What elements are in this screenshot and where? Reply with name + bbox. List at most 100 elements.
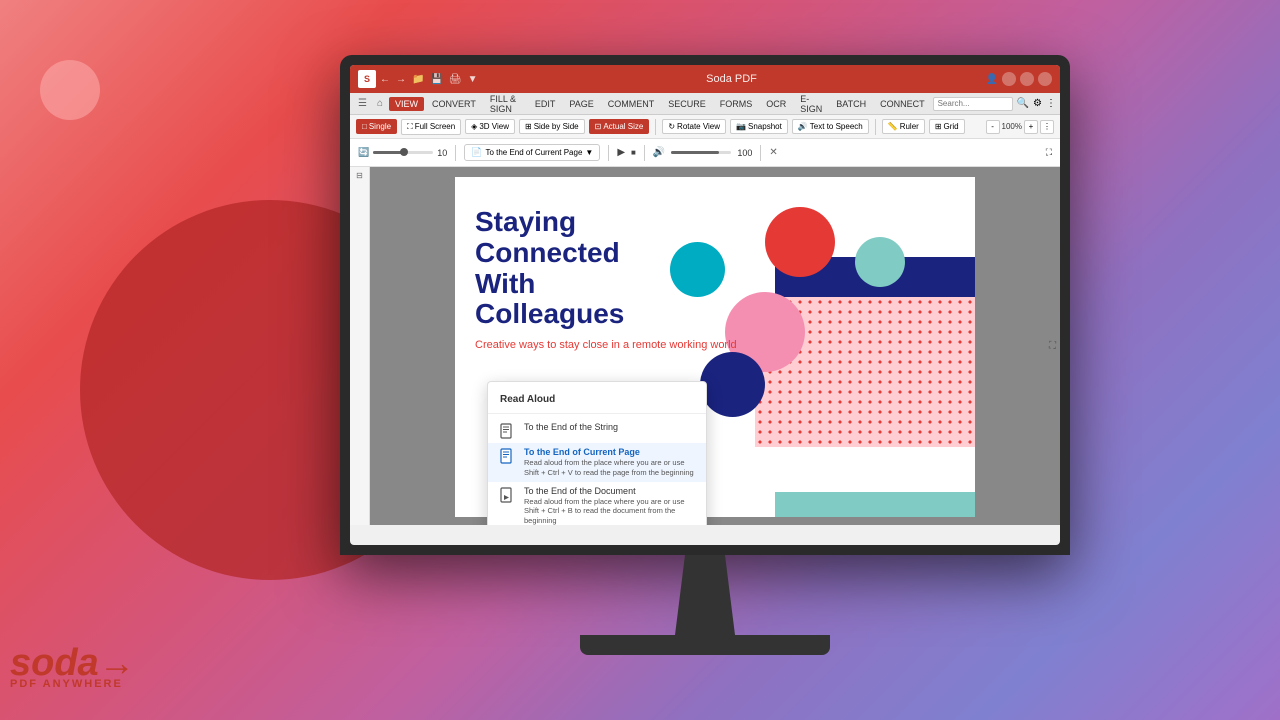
ruler-icon: 📏	[888, 122, 898, 131]
search-icon[interactable]: 🔍	[1017, 98, 1029, 109]
sidebar-nav-icon[interactable]: ⊟	[356, 171, 363, 180]
zoom-in-btn[interactable]: +	[1024, 120, 1038, 134]
page-selector-dropdown[interactable]: 📄 To the End of Current Page ▼	[464, 144, 600, 161]
zoom-controls: - 100% + ⋮	[986, 120, 1054, 134]
volume-value: 100	[737, 148, 752, 158]
texttospeech-btn[interactable]: 🔊 Text to Speech	[792, 119, 869, 134]
volume-slider[interactable]	[671, 151, 731, 154]
audio-sep-3	[644, 145, 645, 161]
read-aloud-item-2[interactable]: To the End of Current Page Read aloud fr…	[488, 443, 706, 482]
forward-icon[interactable]: →	[396, 74, 406, 85]
single-view-btn[interactable]: □ Single	[356, 119, 397, 134]
menu-batch[interactable]: BATCH	[830, 97, 872, 111]
title-line3: With	[475, 269, 755, 300]
open-icon[interactable]: 📁	[412, 74, 424, 85]
user-icon[interactable]: 👤	[986, 74, 998, 85]
zoom-out-btn[interactable]: -	[986, 120, 1000, 134]
grid-btn[interactable]: ⊞ Grid	[929, 119, 965, 134]
soda-logo: soda→ PDF ANYWHERE	[10, 644, 135, 690]
search-input[interactable]	[933, 97, 1013, 111]
item1-name: To the End of the String	[524, 422, 618, 432]
monitor-bezel: S ← → 📁 💾 🖨 ▼ Soda PDF 👤	[340, 55, 1070, 555]
more-settings-icon[interactable]: ⋮	[1046, 98, 1056, 109]
soda-brand-text: soda→	[10, 644, 135, 682]
toolbar-separator-2	[875, 119, 876, 135]
menu-connect[interactable]: CONNECT	[874, 97, 931, 111]
slide-main-title: Staying Connected With Colleagues	[475, 207, 755, 330]
speed-slider-fill	[373, 151, 403, 154]
snapshot-btn[interactable]: 📷 Snapshot	[730, 119, 788, 134]
ruler-btn[interactable]: 📏 Ruler	[882, 119, 925, 134]
actualsize-btn[interactable]: ⊡ Actual Size	[589, 119, 650, 134]
slide-text-area: Staying Connected With Colleagues Creati…	[475, 207, 755, 352]
zoom-value: 100%	[1002, 122, 1022, 131]
fullscreen-icon: ⛶	[407, 122, 413, 132]
titlebar: S ← → 📁 💾 🖨 ▼ Soda PDF 👤	[350, 65, 1060, 93]
speed-control[interactable]: 🔄 10	[358, 147, 447, 158]
read-aloud-panel[interactable]: Read Aloud	[487, 381, 707, 525]
zoom-options-btn[interactable]: ⋮	[1040, 120, 1054, 134]
audio-close-button[interactable]: ✕	[769, 147, 777, 158]
speed-slider-thumb	[400, 148, 408, 156]
audio-sep-2	[608, 145, 609, 161]
stop-button[interactable]: ■	[631, 148, 636, 157]
3d-icon: ◈	[471, 122, 477, 131]
item1-icon	[500, 423, 516, 439]
3dview-btn[interactable]: ◈ 3D View	[465, 119, 515, 134]
page-selector-value: To the End of Current Page	[485, 148, 582, 157]
speed-slider[interactable]	[373, 151, 433, 154]
monitor: S ← → 📁 💾 🖨 ▼ Soda PDF 👤	[340, 55, 1070, 655]
toolbar-separator	[655, 119, 656, 135]
titlebar-nav: ← → 📁 💾 🖨 ▼	[380, 74, 478, 85]
expand-btn[interactable]: ⛶	[1046, 147, 1052, 158]
maximize-button[interactable]	[1020, 72, 1034, 86]
play-button[interactable]: ▶	[617, 147, 625, 158]
menu-forms[interactable]: FORMS	[714, 97, 759, 111]
sidebyside-btn[interactable]: ⊞ Side by Side	[519, 119, 585, 134]
save-icon[interactable]: 💾	[430, 74, 442, 85]
panel-title: Read Aloud	[488, 390, 706, 414]
title-line4: Colleagues	[475, 299, 755, 330]
audio-sep-4	[760, 145, 761, 161]
teal-bottom-bar	[775, 492, 975, 517]
soda-subtitle: PDF ANYWHERE	[10, 678, 135, 690]
settings-icon[interactable]: ⚙	[1033, 98, 1042, 109]
print-icon[interactable]: 🖨	[449, 74, 462, 85]
home-icon[interactable]: ⌂	[373, 96, 387, 111]
title-line1: Staying	[475, 207, 755, 238]
pdf-area[interactable]: Staying Connected With Colleagues Creati…	[370, 167, 1060, 525]
more-icon[interactable]: ▼	[468, 74, 478, 85]
view-toolbar: □ Single ⛶ Full Screen ◈ 3D View ⊞ Side …	[350, 115, 1060, 139]
menubar: ☰ ⌂ VIEW CONVERT FILL & SIGN EDIT PAGE C…	[350, 93, 1060, 115]
slide-red-circle	[765, 207, 835, 277]
hamburger-icon[interactable]: ☰	[354, 96, 371, 111]
monitor-neck	[655, 555, 755, 635]
fullscreen-btn[interactable]: ⛶ Full Screen	[401, 119, 461, 135]
menu-fillsign[interactable]: FILL & SIGN	[484, 92, 527, 116]
left-sidebar: ⊟	[350, 167, 370, 525]
back-icon[interactable]: ←	[380, 74, 390, 85]
minimize-button[interactable]	[1002, 72, 1016, 86]
speed-icon: 🔄	[358, 147, 369, 158]
menu-ocr[interactable]: OCR	[760, 97, 792, 111]
menu-edit[interactable]: EDIT	[529, 97, 562, 111]
grid-icon: ⊞	[935, 122, 942, 131]
actualsize-icon: ⊡	[595, 122, 602, 131]
scroll-to-fit-icon[interactable]: ⛶	[1049, 341, 1056, 352]
item2-name: To the End of Current Page	[524, 447, 694, 457]
slide-dark-circle	[700, 352, 765, 417]
rotateview-btn[interactable]: ↻ Rotate View	[662, 119, 726, 134]
read-aloud-item-3[interactable]: To the End of the Document Read aloud fr…	[488, 482, 706, 526]
decorative-circle-small	[40, 60, 100, 120]
menu-page[interactable]: PAGE	[563, 97, 599, 111]
close-button[interactable]	[1038, 72, 1052, 86]
menu-secure[interactable]: SECURE	[662, 97, 712, 111]
read-aloud-item-1[interactable]: To the End of the String	[488, 418, 706, 443]
menu-view[interactable]: VIEW	[389, 97, 424, 111]
doc-icon: 📄	[471, 147, 482, 158]
app-title: Soda PDF	[706, 73, 757, 85]
soda-app-logo: S	[358, 70, 376, 88]
menu-comment[interactable]: COMMENT	[602, 97, 661, 111]
menu-esign[interactable]: E-SIGN	[794, 92, 828, 116]
menu-convert[interactable]: CONVERT	[426, 97, 482, 111]
